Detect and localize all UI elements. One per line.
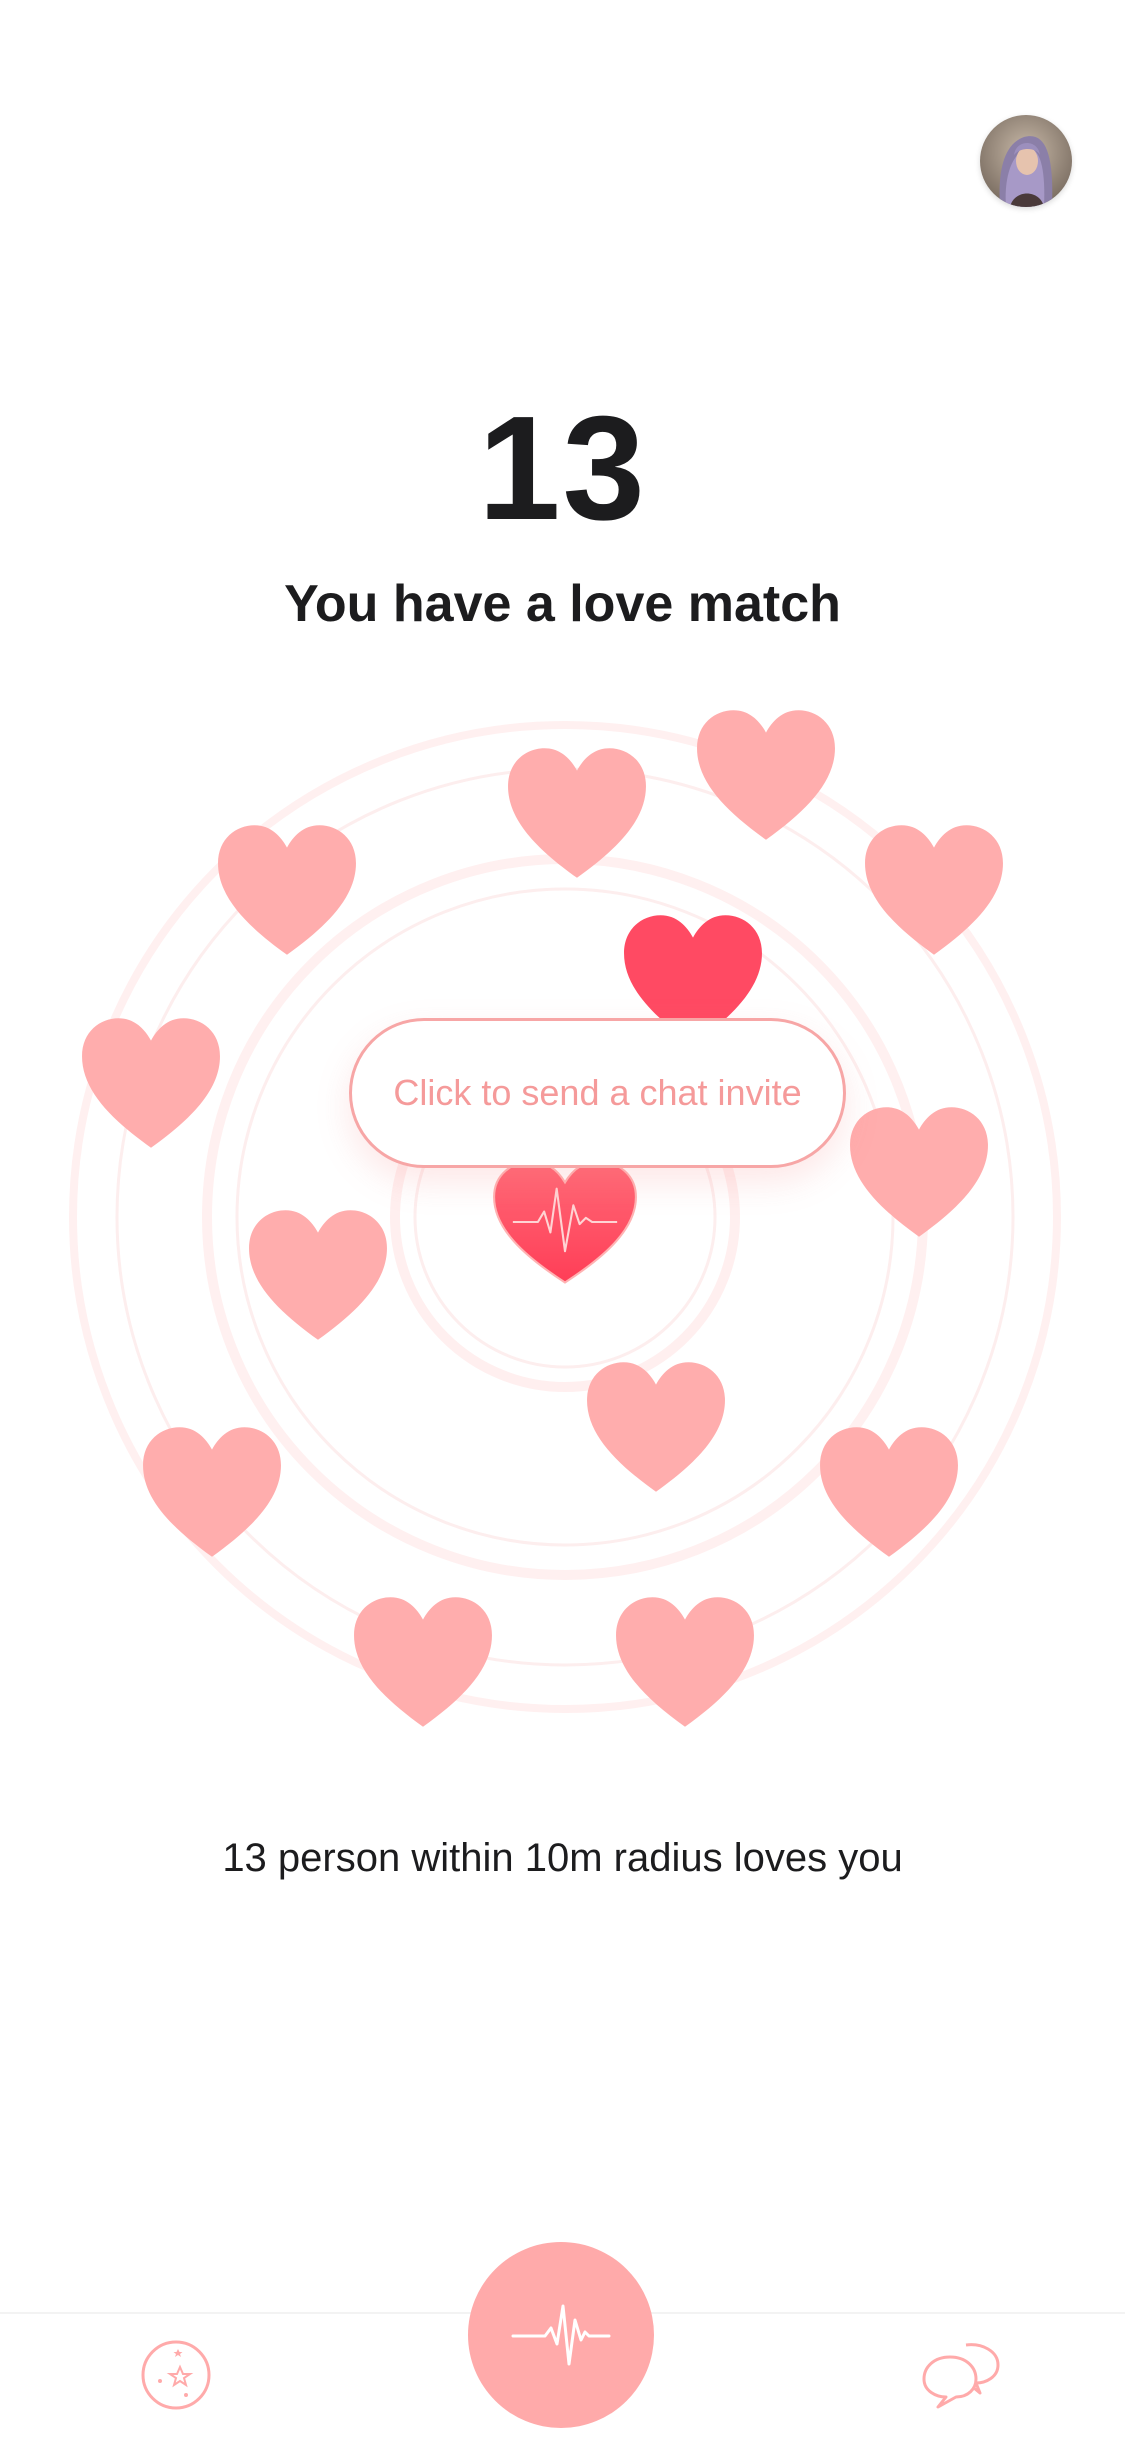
avatar-image <box>980 115 1072 207</box>
heart-icon <box>143 1427 281 1557</box>
match-count: 13 <box>478 386 647 551</box>
match-title: You have a love match <box>284 575 841 633</box>
chat-bubbles-icon <box>922 2343 1000 2409</box>
profile-avatar[interactable] <box>980 115 1072 207</box>
radar-heart[interactable] <box>352 1595 494 1729</box>
radar-heart[interactable] <box>848 1105 990 1239</box>
heart-icon <box>616 1597 754 1727</box>
heart-icon <box>697 710 835 840</box>
heartbeat-icon <box>511 2304 611 2366</box>
radar-heart[interactable] <box>141 1425 283 1559</box>
heart-icon <box>865 825 1003 955</box>
heartbeat-button[interactable] <box>468 2242 654 2428</box>
send-chat-invite-button[interactable]: Click to send a chat invite <box>349 1018 846 1168</box>
radar-heart[interactable] <box>247 1208 389 1342</box>
radar-heart[interactable] <box>695 708 837 842</box>
heart-icon <box>508 748 646 878</box>
heart-icon <box>820 1427 958 1557</box>
radar-heart[interactable] <box>506 746 648 880</box>
radius-summary: 13 person within 10m radius loves you <box>222 1836 903 1880</box>
discover-stars-icon <box>141 2340 211 2410</box>
heartbeat-heart-icon <box>493 1160 637 1284</box>
heart-icon <box>850 1107 988 1237</box>
center-heartbeat-heart[interactable] <box>492 1158 638 1286</box>
heart-icon <box>82 1018 220 1148</box>
heart-icon <box>587 1362 725 1492</box>
radar-heart[interactable] <box>80 1016 222 1150</box>
tab-discover[interactable] <box>140 2339 212 2411</box>
heart-icon <box>249 1210 387 1340</box>
tab-chat[interactable] <box>920 2339 1002 2411</box>
radar-heart[interactable] <box>863 823 1005 957</box>
radar-heart[interactable] <box>614 1595 756 1729</box>
heart-icon <box>218 825 356 955</box>
heart-icon <box>354 1597 492 1727</box>
radar-heart[interactable] <box>818 1425 960 1559</box>
radar-heart[interactable] <box>585 1360 727 1494</box>
radar-heart[interactable] <box>216 823 358 957</box>
